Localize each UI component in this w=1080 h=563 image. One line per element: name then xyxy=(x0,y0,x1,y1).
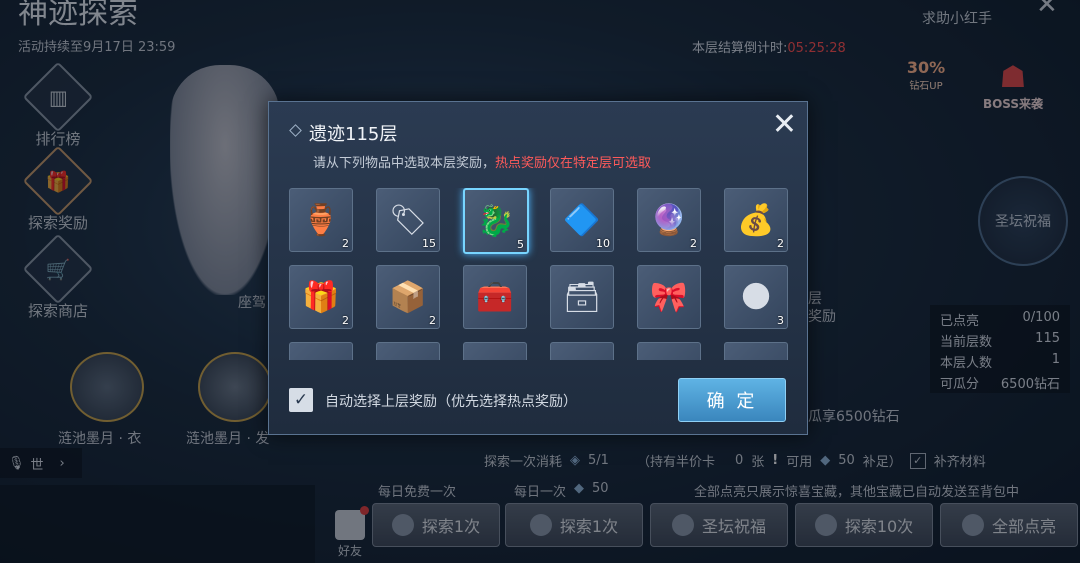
silver-chest-icon: 🗃 xyxy=(562,279,602,315)
reward-quantity: 2 xyxy=(342,237,349,250)
reward-item[interactable]: 🔷 10 xyxy=(550,188,614,252)
reward-item[interactable]: ✦ xyxy=(376,342,440,360)
auto-select-label: 自动选择上层奖励（优先选择热点奖励） xyxy=(325,394,577,410)
reward-quantity: 15 xyxy=(422,237,436,250)
reward-item[interactable]: ✦ xyxy=(724,342,788,360)
modal-subtitle: 请从下列物品中选取本层奖励，热点奖励仅在特定层可选取 xyxy=(313,152,651,171)
partial-item-icon: ✦ xyxy=(656,357,681,361)
subtitle-text: 请从下列物品中选取本层奖励， xyxy=(313,156,496,171)
reward-item[interactable]: 🌑 3 xyxy=(724,265,788,329)
reward-item[interactable]: ✦ xyxy=(550,342,614,360)
reward-item[interactable]: 🎀 xyxy=(637,265,701,329)
subtitle-hot-text: 热点奖励仅在特定层可选取 xyxy=(495,156,652,171)
partial-item-icon: ✦ xyxy=(743,357,768,361)
close-icon[interactable]: ✕ xyxy=(772,110,797,140)
reward-select-modal: 遗迹115层 ✕ 请从下列物品中选取本层奖励，热点奖励仅在特定层可选取 🏺 2 🏷 1… xyxy=(268,101,808,435)
golden-box-icon: 📦 xyxy=(389,279,427,315)
crystal-shard-icon: 🔷 xyxy=(563,202,601,238)
partial-item-icon: ✦ xyxy=(569,357,594,361)
dark-orb-icon: 🌑 xyxy=(740,279,772,315)
partial-item-icon: ✦ xyxy=(482,357,507,361)
reward-item[interactable]: 🏺 2 xyxy=(289,188,353,252)
reward-grid[interactable]: 🏺2🏷15🐉5🔷10🔮2💰2🎁2📦2🧰🗃🎀🌑3✦✦✦✦✦✦ xyxy=(289,188,789,360)
reward-item[interactable]: ✦ xyxy=(463,342,527,360)
reward-quantity: 2 xyxy=(342,314,349,327)
auto-select-checkbox[interactable]: ✓ xyxy=(289,388,313,412)
golden-lamp-icon: 🏺 xyxy=(302,202,340,238)
partial-item-icon: ✦ xyxy=(395,357,420,361)
reward-quantity: 2 xyxy=(690,237,697,250)
partial-item-icon: ✦ xyxy=(308,357,333,361)
modal-title: 遗迹115层 xyxy=(309,124,398,145)
reward-item[interactable]: 🐉 5 xyxy=(463,188,529,254)
discount-tag-icon: 🏷 xyxy=(388,202,428,238)
reward-item[interactable]: 🧰 xyxy=(463,265,527,329)
purple-gift-icon: 🎀 xyxy=(650,279,688,315)
reward-item[interactable]: ✦ xyxy=(637,342,701,360)
reward-item[interactable]: 🗃 xyxy=(550,265,614,329)
title-diamond-icon xyxy=(289,124,302,137)
reward-quantity: 2 xyxy=(777,237,784,250)
reward-item[interactable]: 🏷 15 xyxy=(376,188,440,252)
gift-chest-icon: 🎁 xyxy=(302,279,340,315)
reward-quantity: 5 xyxy=(517,238,524,251)
star-orb-icon: 🔮 xyxy=(650,202,688,238)
reward-quantity: 2 xyxy=(429,314,436,327)
confirm-button[interactable]: 确 定 xyxy=(678,378,786,422)
reward-item[interactable]: ✦ xyxy=(289,342,353,360)
treasure-bag-icon: 💰 xyxy=(737,202,775,238)
reward-item[interactable]: 🎁 2 xyxy=(289,265,353,329)
reward-item[interactable]: 💰 2 xyxy=(724,188,788,252)
reward-quantity: 10 xyxy=(596,237,610,250)
reward-item[interactable]: 🔮 2 xyxy=(637,188,701,252)
reward-quantity: 3 xyxy=(777,314,784,327)
frost-dragon-icon: 🐉 xyxy=(477,203,515,239)
bronze-chest-icon: 🧰 xyxy=(476,279,514,315)
reward-item[interactable]: 📦 2 xyxy=(376,265,440,329)
